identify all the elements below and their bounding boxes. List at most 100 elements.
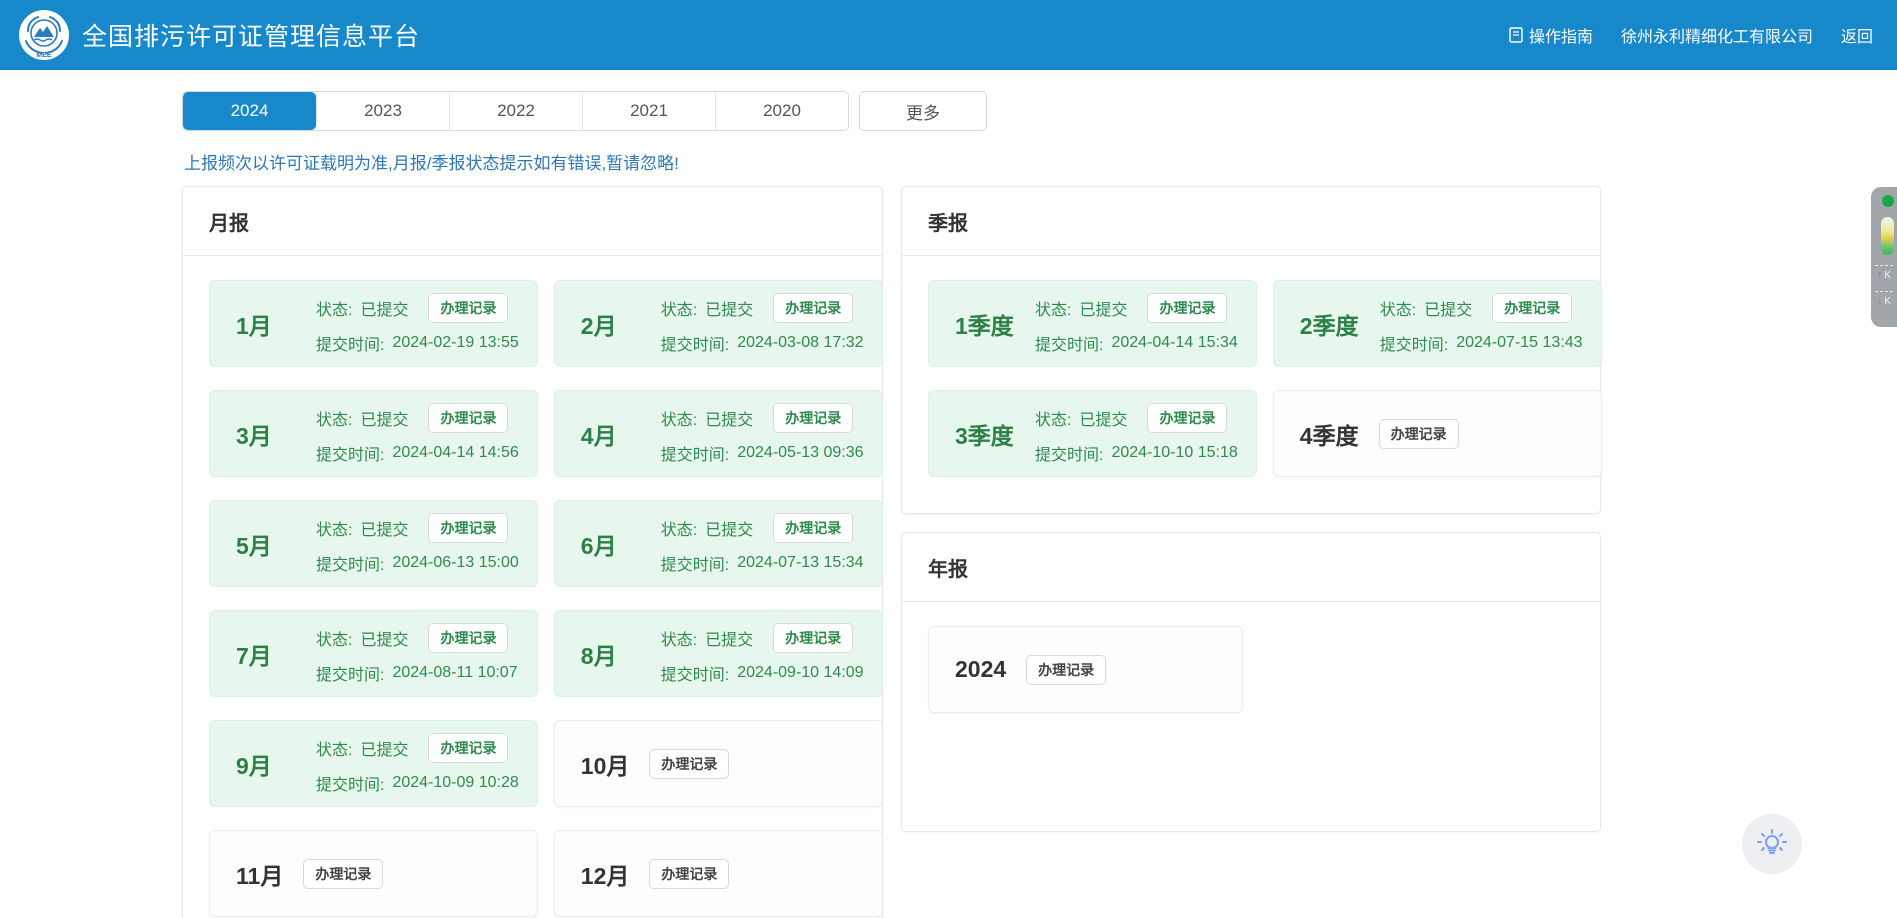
status-label: 状态: [316,736,352,760]
year-tabs: 20242023202220212020 更多 [182,91,987,131]
record-button[interactable]: 办理记录 [428,733,508,763]
time-label: 提交时间: [1035,441,1103,465]
record-button[interactable]: 办理记录 [649,859,729,889]
monthly-item-label: 4月 [581,417,655,451]
status-row: 状态:已提交办理记录 [661,513,864,543]
record-button[interactable]: 办理记录 [1026,655,1106,685]
status-row: 状态:已提交办理记录 [316,403,519,433]
monthly-item-3月: 3月状态:已提交办理记录提交时间:2024-04-14 14:56 [209,390,538,477]
time-label: 提交时间: [316,441,384,465]
annual-item-2024: 2024 办理记录 [928,626,1243,713]
status-value: 已提交 [360,736,408,760]
monthly-item-12月: 12月办理记录 [554,830,883,917]
status-row: 状态:已提交办理记录 [316,513,519,543]
item-info: 状态:已提交办理记录提交时间:2024-02-19 13:55 [316,293,519,355]
time-value: 2024-06-13 15:00 [392,554,518,572]
record-button[interactable]: 办理记录 [428,513,508,543]
quarterly-section: 季报 1季度状态:已提交办理记录提交时间:2024-04-14 15:342季度… [901,186,1601,514]
monthly-item-label: 6月 [581,527,655,561]
monthly-item-label: 12月 [581,857,630,891]
quarterly-item-2季度: 2季度状态:已提交办理记录提交时间:2024-07-15 13:43 [1273,280,1602,367]
record-button[interactable]: 办理记录 [773,513,853,543]
status-label: 状态: [316,296,352,320]
down-indicator: ↓ K [1877,295,1891,307]
status-row: 状态:已提交办理记录 [661,403,864,433]
tab-more[interactable]: 更多 [859,91,987,131]
item-info: 状态:已提交办理记录提交时间:2024-03-08 17:32 [661,293,864,355]
quarterly-title: 季报 [928,207,968,236]
monthly-item-label: 5月 [236,527,310,561]
record-button[interactable]: 办理记录 [773,623,853,653]
status-label: 状态: [661,626,697,650]
tab-year-2020[interactable]: 2020 [715,92,848,130]
record-button[interactable]: 办理记录 [428,293,508,323]
time-value: 2024-09-10 14:09 [737,664,863,682]
record-button[interactable]: 办理记录 [1147,293,1227,323]
monthly-item-label: 11月 [236,857,283,891]
item-info: 状态:已提交办理记录提交时间:2024-10-10 15:18 [1035,403,1238,465]
record-button[interactable]: 办理记录 [773,403,853,433]
record-button[interactable]: 办理记录 [428,403,508,433]
item-info: 状态:已提交办理记录提交时间:2024-06-13 15:00 [316,513,519,575]
tab-year-2022[interactable]: 2022 [449,92,582,130]
status-row: 状态:已提交办理记录 [1035,403,1238,433]
item-info: 状态:已提交办理记录提交时间:2024-07-15 13:43 [1380,293,1583,355]
monthly-item-label: 1月 [236,307,310,341]
quarterly-item-label: 2季度 [1300,307,1374,341]
lightbulb-icon [1755,827,1789,861]
annual-item-label: 2024 [955,656,1006,683]
record-button[interactable]: 办理记录 [303,859,383,889]
monthly-item-label: 3月 [236,417,310,451]
item-info: 状态:已提交办理记录提交时间:2024-04-14 14:56 [316,403,519,465]
time-row: 提交时间:2024-07-13 15:34 [661,551,864,575]
monthly-item-1月: 1月状态:已提交办理记录提交时间:2024-02-19 13:55 [209,280,538,367]
record-button[interactable]: 办理记录 [773,293,853,323]
time-value: 2024-10-09 10:28 [392,774,518,792]
status-row: 状态:已提交办理记录 [316,623,518,653]
record-button[interactable]: 办理记录 [428,623,508,653]
edge-extension-widget[interactable]: ↑ K ↓ K [1871,187,1897,327]
divider [1875,291,1893,292]
monthly-item-6月: 6月状态:已提交办理记录提交时间:2024-07-13 15:34 [554,500,883,587]
monthly-section-header: 月报 [183,187,882,256]
time-row: 提交时间:2024-10-10 15:18 [1035,441,1238,465]
status-row: 状态:已提交办理记录 [1380,293,1583,323]
status-label: 状态: [1035,296,1071,320]
quarterly-grid: 1季度状态:已提交办理记录提交时间:2024-04-14 15:342季度状态:… [928,280,1574,477]
monthly-item-label: 7月 [236,637,310,671]
monthly-grid: 1月状态:已提交办理记录提交时间:2024-02-19 13:552月状态:已提… [209,280,856,917]
item-info: 状态:已提交办理记录提交时间:2024-04-14 15:34 [1035,293,1238,355]
back-link[interactable]: 返回 [1841,23,1873,47]
time-row: 提交时间:2024-06-13 15:00 [316,551,519,575]
time-label: 提交时间: [661,661,729,685]
tab-year-2021[interactable]: 2021 [582,92,715,130]
quarterly-item-1季度: 1季度状态:已提交办理记录提交时间:2024-04-14 15:34 [928,280,1257,367]
record-button[interactable]: 办理记录 [1147,403,1227,433]
monthly-item-10月: 10月办理记录 [554,720,883,807]
company-name[interactable]: 徐州永利精细化工有限公司 [1621,23,1813,47]
record-button[interactable]: 办理记录 [649,749,729,779]
lightbulb-float-button[interactable] [1742,814,1802,874]
item-info: 状态:已提交办理记录提交时间:2024-07-13 15:34 [661,513,864,575]
record-button[interactable]: 办理记录 [1379,419,1459,449]
mee-logo-icon: MEE [18,9,70,61]
quarterly-item-label: 4季度 [1300,417,1359,451]
guide-link[interactable]: 操作指南 [1509,23,1593,47]
time-label: 提交时间: [316,331,384,355]
tab-year-2023[interactable]: 2023 [316,92,449,130]
monthly-item-2月: 2月状态:已提交办理记录提交时间:2024-03-08 17:32 [554,280,883,367]
record-button[interactable]: 办理记录 [1492,293,1572,323]
time-label: 提交时间: [316,661,384,685]
status-label: 状态: [1035,406,1071,430]
status-label: 状态: [316,406,352,430]
status-label: 状态: [661,296,697,320]
time-label: 提交时间: [316,771,384,795]
status-value: 已提交 [705,626,753,650]
status-row: 状态:已提交办理记录 [1035,293,1238,323]
monthly-item-5月: 5月状态:已提交办理记录提交时间:2024-06-13 15:00 [209,500,538,587]
tab-year-2024[interactable]: 2024 [183,92,316,130]
status-label: 状态: [1380,296,1416,320]
status-value: 已提交 [360,296,408,320]
app-header: MEE 全国排污许可证管理信息平台 操作指南 徐州永利精细化工有限公司 返回 [0,0,1897,70]
status-value: 已提交 [705,406,753,430]
